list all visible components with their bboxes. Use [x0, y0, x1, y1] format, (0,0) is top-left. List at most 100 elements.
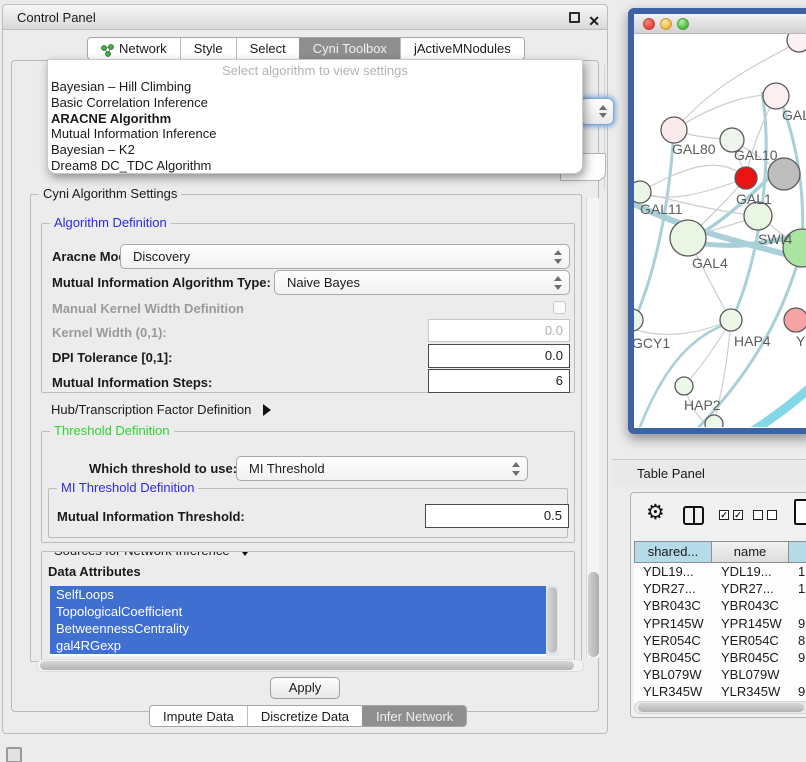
dropdown-item-basic-correlation-inference[interactable]: Basic Correlation Inference [48, 95, 582, 111]
gear-icon[interactable]: ⚙ [646, 501, 665, 525]
network-node[interactable] [784, 308, 806, 332]
tab-select[interactable]: Select [236, 38, 299, 59]
dropdown-item-dream8-dc-tdc-algorithm[interactable]: Dream8 DC_TDC Algorithm [48, 158, 582, 174]
scrollbar-thumb[interactable] [588, 572, 599, 657]
dpi-tolerance-field[interactable]: 0.0 [428, 344, 570, 368]
table-cell: YDR27... [712, 580, 789, 597]
table-row[interactable]: YBL079WYBL079W [634, 666, 806, 683]
aracne-mode-combobox[interactable]: Discovery [120, 244, 570, 269]
attributes-scrollbar[interactable] [546, 586, 558, 656]
mi-algorithm-type-combobox[interactable]: Naive Bayes [274, 270, 570, 295]
tab-jactivemnodules[interactable]: jActiveMNodules [400, 38, 524, 59]
tab-discretize-data[interactable]: Discretize Data [247, 706, 362, 726]
cyni-bottom-tabs: Impute DataDiscretize DataInfer Network [149, 705, 467, 727]
algorithm-combobox-fragment[interactable] [580, 98, 614, 125]
network-node[interactable] [763, 83, 789, 109]
dropdown-item-mutual-information-inference[interactable]: Mutual Information Inference [48, 126, 582, 142]
manual-kernel-width-checkbox[interactable] [553, 301, 566, 314]
table-row[interactable]: YDL19...YDL19...13 [634, 563, 806, 580]
which-threshold-combobox[interactable]: MI Threshold [236, 456, 528, 481]
tab-label: Cyni Toolbox [313, 38, 387, 59]
zoom-traffic-light-icon[interactable] [677, 18, 689, 30]
table-row[interactable]: YLR345WYLR345W9. [634, 683, 806, 700]
tab-infer-network[interactable]: Infer Network [362, 706, 466, 726]
settings-vertical-scrollbar[interactable] [586, 198, 599, 658]
select-all-checkbox-icon[interactable]: ✓ [719, 510, 729, 520]
network-node[interactable] [705, 415, 723, 427]
table-cell: 12 [789, 580, 806, 597]
table-body: YDL19...YDL19...13YDR27...YDR27...12YBR0… [634, 563, 806, 707]
close-traffic-light-icon[interactable] [643, 18, 655, 30]
dropdown-item-aracne-algorithm[interactable]: ARACNE Algorithm [48, 111, 582, 127]
table-mode-icon[interactable] [794, 499, 806, 525]
apply-button[interactable]: Apply [270, 677, 340, 699]
scrollbar-thumb[interactable] [638, 703, 804, 712]
network-edge[interactable] [722, 384, 806, 427]
table-row[interactable]: YDR27...YDR27...12 [634, 580, 806, 597]
table-horizontal-scrollbar[interactable] [634, 701, 806, 714]
network-edge[interactable] [640, 178, 746, 197]
network-view-window[interactable]: GALGAL80GAL10GAL1GAL11SWI4GAL4GCY1HAP4YH… [628, 8, 806, 434]
tab-network[interactable]: Network [88, 38, 180, 59]
network-node[interactable] [675, 377, 693, 395]
close-icon[interactable]: ✕ [588, 9, 600, 34]
table-row[interactable]: YER054CYER054C8. [634, 632, 806, 649]
table-panel-titlebar: Table Panel [612, 459, 806, 486]
mi-steps-field[interactable]: 6 [428, 369, 570, 393]
network-icon [101, 42, 114, 55]
kernel-width-field[interactable]: 0.0 [428, 319, 570, 342]
table-cell: YLR345W [712, 683, 789, 700]
mi-threshold-field[interactable]: 0.5 [425, 504, 569, 528]
network-node[interactable] [735, 167, 757, 189]
network-node[interactable] [634, 181, 651, 203]
table-cell: 8. [789, 632, 806, 649]
attribute-item-selfloops[interactable]: SelfLoops [50, 586, 558, 603]
table-row[interactable]: YBR043CYBR043C [634, 597, 806, 614]
data-attributes-list[interactable]: SelfLoopsTopologicalCoefficientBetweenne… [50, 586, 558, 656]
network-edge[interactable] [674, 95, 776, 130]
cyni-algorithm-settings-group: Cyni Algorithm Settings Algorithm Defini… [30, 194, 582, 662]
attribute-item-gal4rgexp[interactable]: gal4RGexp [50, 637, 558, 654]
network-node[interactable] [720, 309, 742, 331]
dropdown-item-list: Bayesian – Hill ClimbingBasic Correlatio… [48, 79, 582, 174]
float-window-icon[interactable] [569, 12, 580, 23]
deselect-checkbox-icon[interactable] [753, 510, 763, 520]
network-node[interactable] [670, 220, 706, 256]
columns-icon[interactable] [683, 506, 704, 525]
network-node[interactable] [661, 117, 687, 143]
column-header-shared[interactable]: shared... [634, 541, 712, 563]
network-edge[interactable] [634, 130, 674, 334]
table-row[interactable]: YBR045CYBR045C9. [634, 649, 806, 666]
scrollbar-thumb[interactable] [40, 661, 574, 670]
deselect-checkbox-icon[interactable] [767, 510, 777, 520]
sources-group-title[interactable]: Sources for Network Inference [50, 551, 255, 558]
dropdown-item-bayesian-hill-climbing[interactable]: Bayesian – Hill Climbing [48, 79, 582, 95]
settings-horizontal-scrollbar[interactable] [36, 659, 584, 672]
tab-cyni-toolbox[interactable]: Cyni Toolbox [299, 38, 400, 59]
table-cell: 9. [789, 683, 806, 700]
table-cell: YPR145W [634, 615, 712, 632]
tab-style[interactable]: Style [180, 38, 236, 59]
column-header-a[interactable]: A [789, 541, 806, 563]
dropdown-item-bayesian-k2[interactable]: Bayesian – K2 [48, 142, 582, 158]
control-panel-title: Control Panel [17, 10, 96, 25]
attribute-item-betweennesscentrality[interactable]: BetweennessCentrality [50, 620, 558, 637]
tab-impute-data[interactable]: Impute Data [150, 706, 247, 726]
kernel-width-label: Kernel Width (0,1): [52, 325, 167, 340]
network-edge[interactable] [640, 165, 746, 192]
network-window-titlebar [634, 14, 806, 34]
column-header-name[interactable]: name [712, 541, 789, 563]
attribute-item-topologicalcoefficient[interactable]: TopologicalCoefficient [50, 603, 558, 620]
hub-definition-expander[interactable]: Hub/Transcription Factor Definition [51, 402, 271, 417]
network-canvas[interactable]: GALGAL80GAL10GAL1GAL11SWI4GAL4GCY1HAP4YH… [634, 34, 806, 427]
network-node[interactable] [634, 309, 643, 331]
settings-group-title: Cyni Algorithm Settings [39, 187, 181, 201]
network-node[interactable] [787, 34, 806, 52]
table-cell: YLR345W [634, 683, 712, 700]
control-panel-tabs: NetworkStyleSelect Cyni Toolbox jActiveMNo… [87, 37, 525, 60]
sources-title-text: Sources for Network Inference [54, 551, 230, 558]
docked-panel-icon[interactable] [6, 747, 22, 762]
minimize-traffic-light-icon[interactable] [660, 18, 672, 30]
table-row[interactable]: YPR145WYPR145W9. [634, 615, 806, 632]
select-all-checkbox-icon[interactable]: ✓ [733, 510, 743, 520]
